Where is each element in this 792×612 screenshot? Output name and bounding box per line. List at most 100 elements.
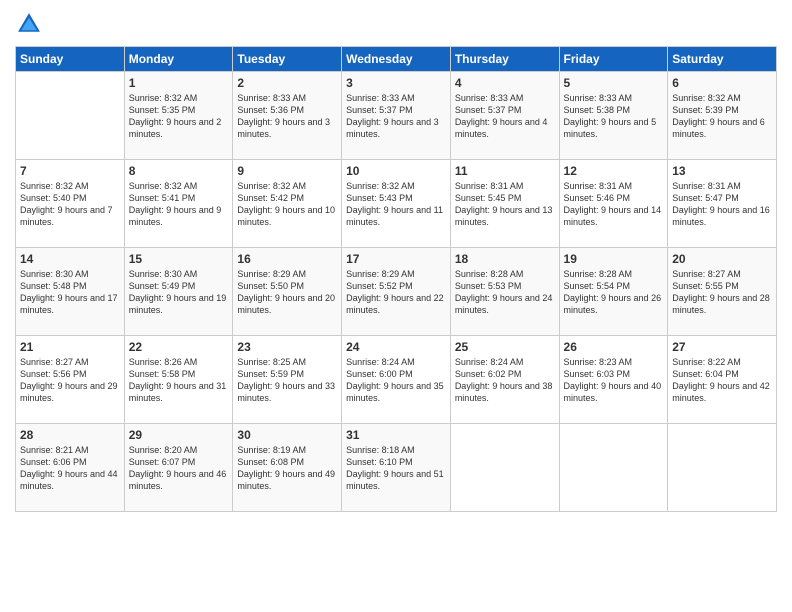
- day-cell: 22Sunrise: 8:26 AMSunset: 5:58 PMDayligh…: [124, 336, 233, 424]
- day-info: Sunrise: 8:31 AMSunset: 5:46 PMDaylight:…: [564, 180, 664, 229]
- day-number: 6: [672, 76, 772, 90]
- day-number: 30: [237, 428, 337, 442]
- day-info: Sunrise: 8:25 AMSunset: 5:59 PMDaylight:…: [237, 356, 337, 405]
- calendar-body: 1 Sunrise: 8:32 AMSunset: 5:35 PMDaylight…: [16, 72, 777, 512]
- day-info: Sunrise: 8:18 AMSunset: 6:10 PMDaylight:…: [346, 444, 446, 493]
- day-number: 23: [237, 340, 337, 354]
- day-cell: 1 Sunrise: 8:32 AMSunset: 5:35 PMDaylight…: [124, 72, 233, 160]
- day-number: 29: [129, 428, 229, 442]
- day-number: 14: [20, 252, 120, 266]
- day-info: Sunrise: 8:33 AMSunset: 5:37 PMDaylight:…: [455, 92, 555, 141]
- day-info: Sunrise: 8:33 AMSunset: 5:36 PMDaylight:…: [237, 92, 337, 141]
- day-info: Sunrise: 8:33 AMSunset: 5:38 PMDaylight:…: [564, 92, 664, 141]
- day-info: Sunrise: 8:29 AMSunset: 5:52 PMDaylight:…: [346, 268, 446, 317]
- day-number: 21: [20, 340, 120, 354]
- day-number: 13: [672, 164, 772, 178]
- day-number: 19: [564, 252, 664, 266]
- day-number: 2: [237, 76, 337, 90]
- day-number: 15: [129, 252, 229, 266]
- day-number: 9: [237, 164, 337, 178]
- day-cell: 29 Sunrise: 8:20 AMSunset: 6:07 PMDayligh…: [124, 424, 233, 512]
- header-day-thursday: Thursday: [450, 47, 559, 72]
- day-info: Sunrise: 8:22 AMSunset: 6:04 PMDaylight:…: [672, 356, 772, 405]
- day-info: Sunrise: 8:32 AMSunset: 5:41 PMDaylight:…: [129, 180, 229, 229]
- day-info: Sunrise: 8:31 AMSunset: 5:45 PMDaylight:…: [455, 180, 555, 229]
- logo: [15, 10, 47, 38]
- day-info: Sunrise: 8:32 AMSunset: 5:40 PMDaylight:…: [20, 180, 120, 229]
- day-cell: 17 Sunrise: 8:29 AMSunset: 5:52 PMDayligh…: [342, 248, 451, 336]
- day-info: Sunrise: 8:28 AMSunset: 5:53 PMDaylight:…: [455, 268, 555, 317]
- day-cell: 5 Sunrise: 8:33 AMSunset: 5:38 PMDaylight…: [559, 72, 668, 160]
- day-cell: 21 Sunrise: 8:27 AMSunset: 5:56 PMDayligh…: [16, 336, 125, 424]
- day-cell: 8 Sunrise: 8:32 AMSunset: 5:41 PMDaylight…: [124, 160, 233, 248]
- day-cell: 27 Sunrise: 8:22 AMSunset: 6:04 PMDayligh…: [668, 336, 777, 424]
- day-cell: 20 Sunrise: 8:27 AMSunset: 5:55 PMDayligh…: [668, 248, 777, 336]
- calendar-table: SundayMondayTuesdayWednesdayThursdayFrid…: [15, 46, 777, 512]
- day-cell: 28 Sunrise: 8:21 AMSunset: 6:06 PMDayligh…: [16, 424, 125, 512]
- day-info: Sunrise: 8:24 AMSunset: 6:02 PMDaylight:…: [455, 356, 555, 405]
- header-day-monday: Monday: [124, 47, 233, 72]
- day-cell: 24 Sunrise: 8:24 AMSunset: 6:00 PMDayligh…: [342, 336, 451, 424]
- day-cell: [450, 424, 559, 512]
- day-info: Sunrise: 8:33 AMSunset: 5:37 PMDaylight:…: [346, 92, 446, 141]
- header-day-wednesday: Wednesday: [342, 47, 451, 72]
- day-info: Sunrise: 8:32 AMSunset: 5:43 PMDaylight:…: [346, 180, 446, 229]
- week-row-3: 21 Sunrise: 8:27 AMSunset: 5:56 PMDayligh…: [16, 336, 777, 424]
- day-number: 16: [237, 252, 337, 266]
- day-number: 10: [346, 164, 446, 178]
- day-info: Sunrise: 8:27 AMSunset: 5:55 PMDaylight:…: [672, 268, 772, 317]
- day-cell: [559, 424, 668, 512]
- day-info: Sunrise: 8:28 AMSunset: 5:54 PMDaylight:…: [564, 268, 664, 317]
- day-info: Sunrise: 8:32 AMSunset: 5:42 PMDaylight:…: [237, 180, 337, 229]
- day-cell: 16 Sunrise: 8:29 AMSunset: 5:50 PMDayligh…: [233, 248, 342, 336]
- day-cell: 10 Sunrise: 8:32 AMSunset: 5:43 PMDayligh…: [342, 160, 451, 248]
- day-cell: 26 Sunrise: 8:23 AMSunset: 6:03 PMDayligh…: [559, 336, 668, 424]
- header-row: SundayMondayTuesdayWednesdayThursdayFrid…: [16, 47, 777, 72]
- week-row-1: 7 Sunrise: 8:32 AMSunset: 5:40 PMDaylight…: [16, 160, 777, 248]
- day-number: 11: [455, 164, 555, 178]
- day-info: Sunrise: 8:29 AMSunset: 5:50 PMDaylight:…: [237, 268, 337, 317]
- day-number: 17: [346, 252, 446, 266]
- header-day-sunday: Sunday: [16, 47, 125, 72]
- header: [15, 10, 777, 38]
- day-info: Sunrise: 8:19 AMSunset: 6:08 PMDaylight:…: [237, 444, 337, 493]
- day-number: 18: [455, 252, 555, 266]
- day-info: Sunrise: 8:27 AMSunset: 5:56 PMDaylight:…: [20, 356, 120, 405]
- day-number: 5: [564, 76, 664, 90]
- day-cell: 9 Sunrise: 8:32 AMSunset: 5:42 PMDaylight…: [233, 160, 342, 248]
- day-number: 1: [129, 76, 229, 90]
- week-row-0: 1 Sunrise: 8:32 AMSunset: 5:35 PMDaylight…: [16, 72, 777, 160]
- day-cell: 4 Sunrise: 8:33 AMSunset: 5:37 PMDaylight…: [450, 72, 559, 160]
- day-number: 31: [346, 428, 446, 442]
- day-number: 26: [564, 340, 664, 354]
- day-number: 24: [346, 340, 446, 354]
- day-info: Sunrise: 8:21 AMSunset: 6:06 PMDaylight:…: [20, 444, 120, 493]
- calendar-header: SundayMondayTuesdayWednesdayThursdayFrid…: [16, 47, 777, 72]
- day-number: 12: [564, 164, 664, 178]
- day-cell: 15 Sunrise: 8:30 AMSunset: 5:49 PMDayligh…: [124, 248, 233, 336]
- header-day-tuesday: Tuesday: [233, 47, 342, 72]
- day-cell: 14Sunrise: 8:30 AMSunset: 5:48 PMDayligh…: [16, 248, 125, 336]
- day-number: 28: [20, 428, 120, 442]
- day-info: Sunrise: 8:30 AMSunset: 5:49 PMDaylight:…: [129, 268, 229, 317]
- day-number: 7: [20, 164, 120, 178]
- day-cell: 11 Sunrise: 8:31 AMSunset: 5:45 PMDayligh…: [450, 160, 559, 248]
- day-number: 22: [129, 340, 229, 354]
- day-number: 20: [672, 252, 772, 266]
- day-cell: 18 Sunrise: 8:28 AMSunset: 5:53 PMDayligh…: [450, 248, 559, 336]
- week-row-4: 28 Sunrise: 8:21 AMSunset: 6:06 PMDayligh…: [16, 424, 777, 512]
- day-cell: 7 Sunrise: 8:32 AMSunset: 5:40 PMDaylight…: [16, 160, 125, 248]
- day-number: 27: [672, 340, 772, 354]
- day-cell: 6Sunrise: 8:32 AMSunset: 5:39 PMDaylight…: [668, 72, 777, 160]
- day-info: Sunrise: 8:23 AMSunset: 6:03 PMDaylight:…: [564, 356, 664, 405]
- day-cell: [16, 72, 125, 160]
- day-number: 8: [129, 164, 229, 178]
- day-info: Sunrise: 8:20 AMSunset: 6:07 PMDaylight:…: [129, 444, 229, 493]
- page: SundayMondayTuesdayWednesdayThursdayFrid…: [0, 0, 792, 612]
- day-number: 4: [455, 76, 555, 90]
- week-row-2: 14Sunrise: 8:30 AMSunset: 5:48 PMDayligh…: [16, 248, 777, 336]
- day-info: Sunrise: 8:24 AMSunset: 6:00 PMDaylight:…: [346, 356, 446, 405]
- day-cell: 19 Sunrise: 8:28 AMSunset: 5:54 PMDayligh…: [559, 248, 668, 336]
- day-info: Sunrise: 8:32 AMSunset: 5:35 PMDaylight:…: [129, 92, 229, 141]
- day-number: 25: [455, 340, 555, 354]
